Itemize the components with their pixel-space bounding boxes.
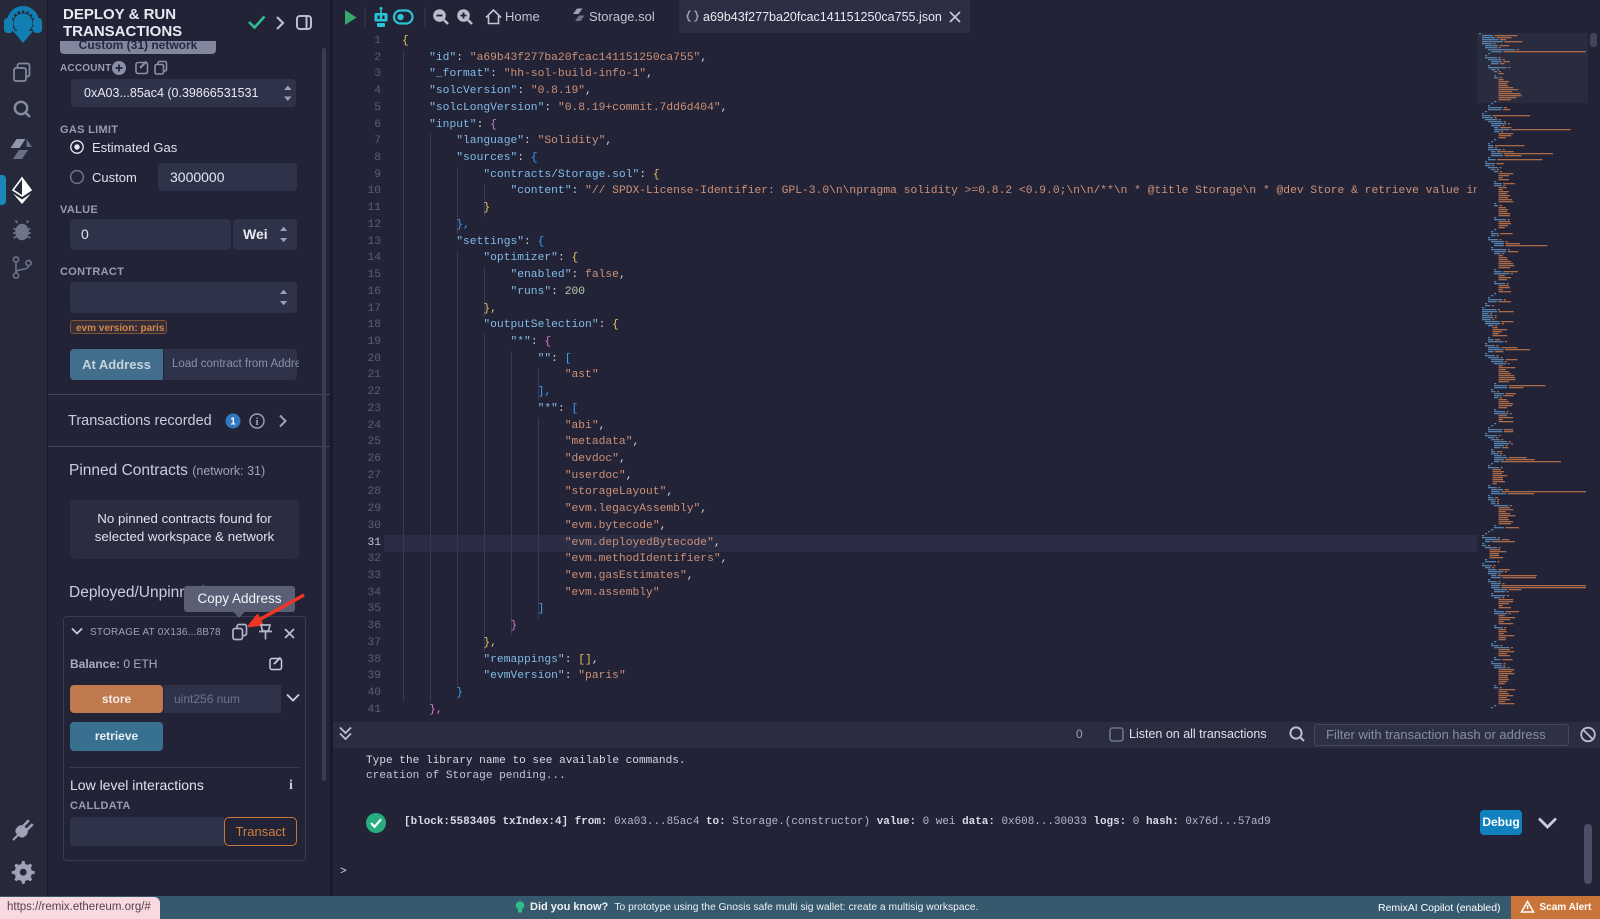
svg-text:i: i: [289, 778, 293, 793]
svg-text:i: i: [255, 416, 258, 428]
svg-text:1: 1: [230, 417, 236, 428]
